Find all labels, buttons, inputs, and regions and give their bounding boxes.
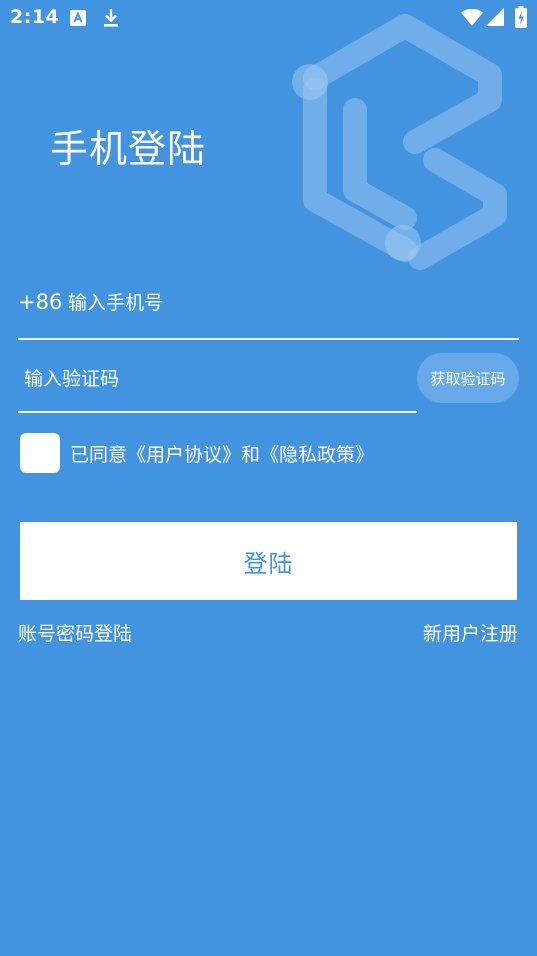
download-icon bbox=[104, 9, 118, 27]
country-code[interactable]: +86 bbox=[18, 290, 62, 314]
brand-logo-watermark-icon bbox=[292, 14, 507, 270]
agreement-text[interactable]: 已同意《用户协议》和《隐私政策》 bbox=[70, 440, 374, 467]
status-time: 2:14 bbox=[10, 6, 60, 28]
register-link[interactable]: 新用户注册 bbox=[423, 619, 518, 646]
page-title: 手机登陆 bbox=[50, 127, 207, 171]
get-code-button[interactable]: 获取验证码 bbox=[417, 353, 519, 403]
agreement-row: 已同意《用户协议》和《隐私政策》 bbox=[20, 433, 374, 473]
phone-field: +86 bbox=[18, 272, 519, 340]
keyboard-a-icon bbox=[70, 10, 86, 26]
password-login-link[interactable]: 账号密码登陆 bbox=[18, 619, 132, 646]
verification-code-field bbox=[18, 350, 417, 413]
phone-input[interactable] bbox=[68, 286, 508, 320]
verification-code-input[interactable] bbox=[24, 362, 404, 396]
login-button[interactable]: 登陆 bbox=[20, 522, 517, 600]
agree-checkbox[interactable] bbox=[20, 433, 60, 473]
